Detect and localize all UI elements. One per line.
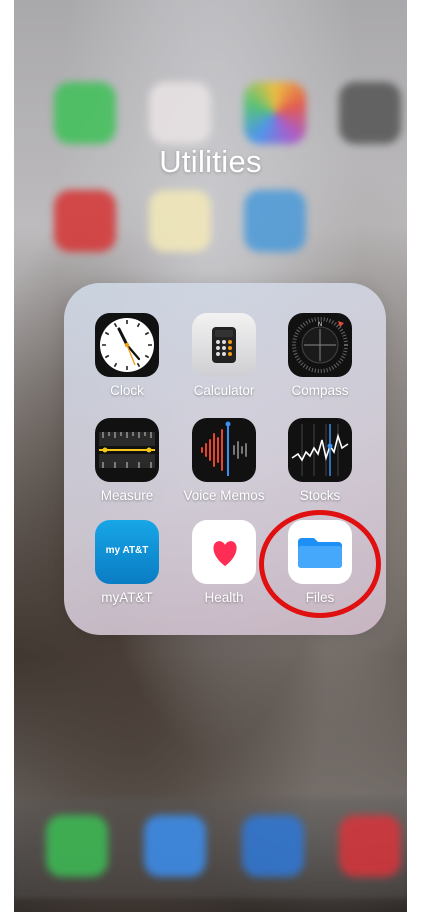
blurred-photos-icon <box>244 82 306 144</box>
app-label: Calculator <box>193 383 255 398</box>
blurred-notes-icon <box>149 190 211 252</box>
folder-title[interactable]: Utilities <box>0 144 421 180</box>
app-label: myAT&T <box>101 590 153 605</box>
blurred-mail-icon <box>144 815 206 877</box>
app-voice-memos[interactable]: Voice Memos <box>174 418 274 503</box>
measure-icon <box>95 418 159 482</box>
myatt-icon: my AT&T <box>95 520 159 584</box>
app-clock[interactable]: Clock <box>77 313 177 398</box>
app-label: Health <box>204 590 244 605</box>
blurred-camera-icon <box>339 82 401 144</box>
blurred-youtube-icon <box>54 190 116 252</box>
blurred-calendar-icon <box>149 82 211 144</box>
app-calculator[interactable]: Calculator <box>174 313 274 398</box>
health-icon <box>192 520 256 584</box>
clock-icon <box>95 313 159 377</box>
compass-icon: N <box>288 313 352 377</box>
blurred-safari-icon <box>242 815 304 877</box>
app-label: Stocks <box>299 488 341 503</box>
svg-text:N: N <box>318 321 323 328</box>
app-label: Compass <box>291 383 349 398</box>
app-myatt[interactable]: my AT&T myAT&T <box>77 520 177 605</box>
app-compass[interactable]: N Compass <box>270 313 370 398</box>
stocks-icon <box>288 418 352 482</box>
blurred-phone-icon <box>46 815 108 877</box>
app-stocks[interactable]: Stocks <box>270 418 370 503</box>
voice-memos-icon <box>192 418 256 482</box>
app-label: Voice Memos <box>183 488 265 503</box>
app-label: Clock <box>110 383 144 398</box>
calculator-icon <box>192 313 256 377</box>
blurred-weather-icon <box>244 190 306 252</box>
app-label: Measure <box>100 488 154 503</box>
blurred-app-icon <box>339 815 401 877</box>
myatt-logo-text: my AT&T <box>105 545 149 556</box>
app-measure[interactable]: Measure <box>77 418 177 503</box>
blurred-messages-icon <box>54 82 116 144</box>
highlight-circle-annotation <box>259 510 381 618</box>
